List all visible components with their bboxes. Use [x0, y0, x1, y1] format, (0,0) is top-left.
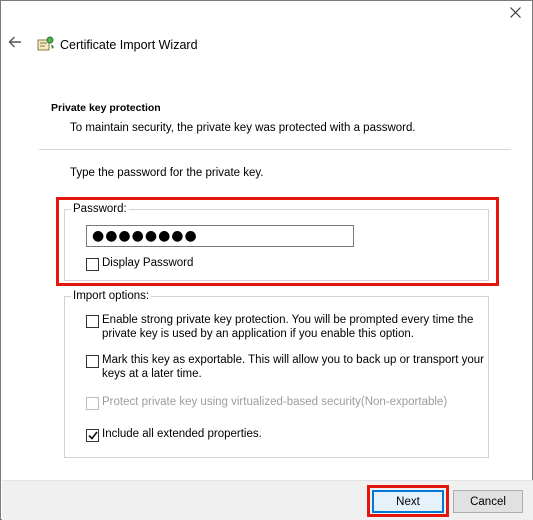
extended-properties-label: Include all extended properties.	[102, 428, 262, 440]
checkmark-icon	[87, 431, 98, 440]
strong-protection-checkbox[interactable]	[86, 315, 99, 328]
strong-protection-option[interactable]: Enable strong private key protection. Yo…	[86, 314, 473, 341]
import-options-label: Import options:	[71, 290, 152, 303]
section-description: To maintain security, the private key wa…	[70, 122, 416, 134]
exportable-checkbox[interactable]	[86, 355, 99, 368]
exportable-option[interactable]: Mark this key as exportable. This will a…	[86, 354, 484, 381]
extended-properties-checkbox[interactable]	[86, 429, 99, 442]
wizard-title: Certificate Import Wizard	[60, 38, 198, 52]
back-arrow-icon	[8, 36, 22, 51]
close-icon	[509, 7, 521, 21]
back-button[interactable]	[5, 33, 25, 53]
next-highlight-box	[367, 485, 449, 517]
wizard-window: Certificate Import Wizard Private key pr…	[0, 0, 533, 520]
password-prompt: Type the password for the private key.	[70, 167, 264, 179]
section-title: Private key protection	[51, 102, 161, 114]
cancel-button[interactable]: Cancel	[453, 490, 523, 513]
import-options-group: Import options: Enable strong private ke…	[64, 290, 489, 458]
strong-protection-label: Enable strong private key protection. Yo…	[102, 314, 474, 340]
virtualized-security-checkbox	[86, 397, 99, 410]
close-button[interactable]	[502, 4, 528, 24]
virtualized-security-label: Protect private key using virtualized-ba…	[102, 396, 448, 408]
password-highlight-box	[56, 197, 499, 286]
virtualized-security-option: Protect private key using virtualized-ba…	[86, 396, 447, 410]
header-divider	[39, 149, 511, 150]
certificate-wizard-icon	[37, 35, 55, 53]
exportable-label: Mark this key as exportable. This will a…	[102, 354, 485, 380]
extended-properties-option[interactable]: Include all extended properties.	[86, 428, 262, 442]
